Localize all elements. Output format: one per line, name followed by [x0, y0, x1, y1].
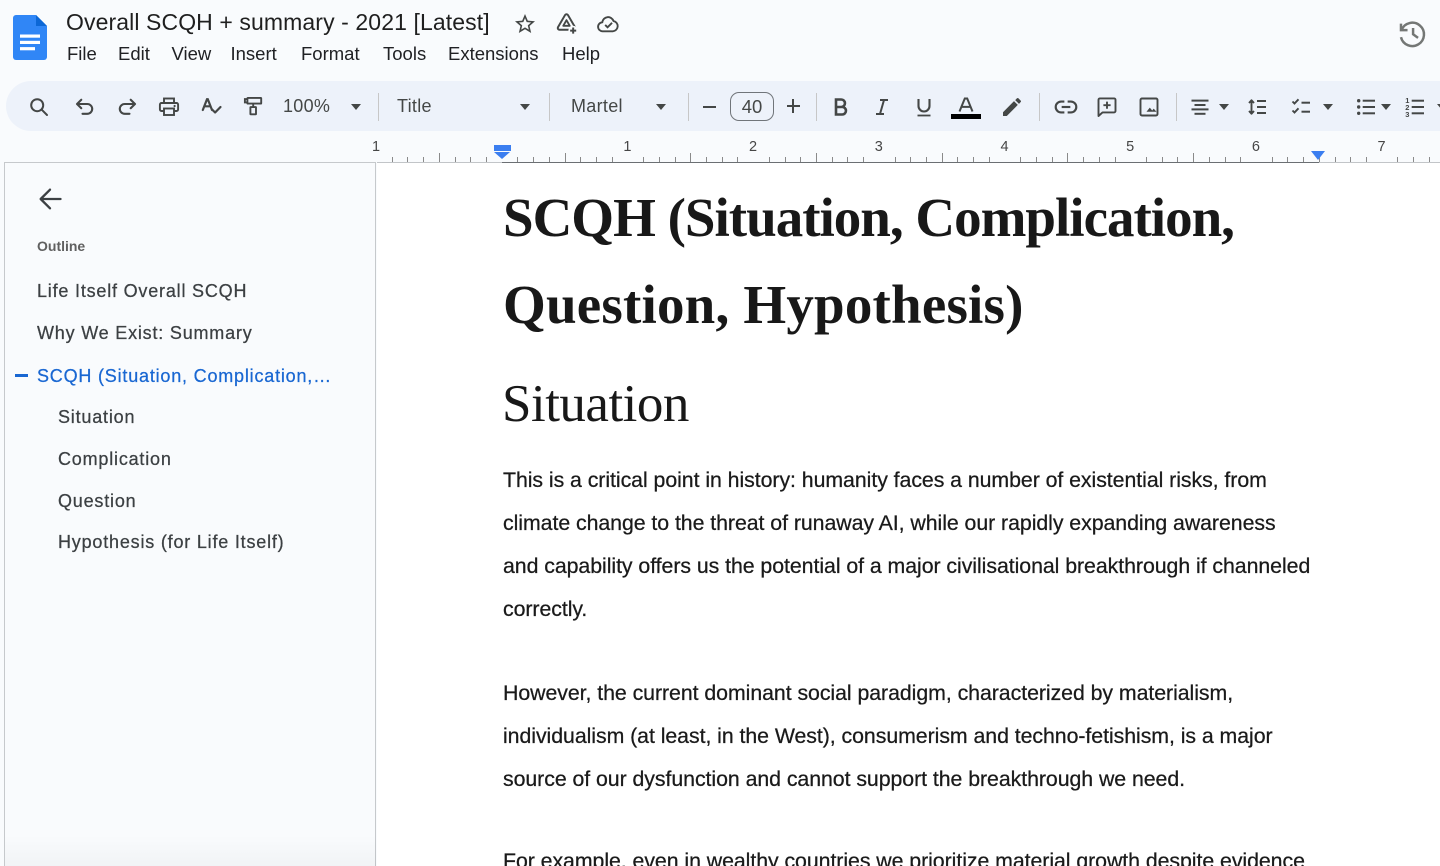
svg-text:3: 3	[1405, 110, 1409, 119]
